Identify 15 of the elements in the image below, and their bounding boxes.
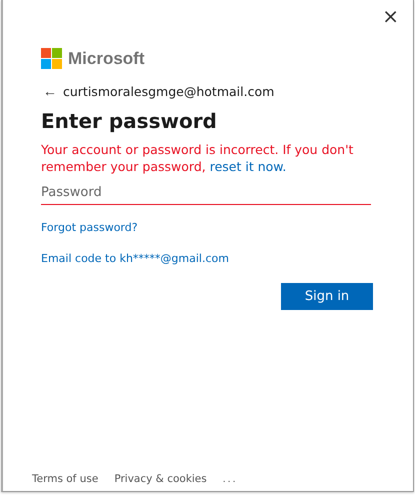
sign-in-button[interactable]: Sign in <box>281 283 373 310</box>
error-message: Your account or password is incorrect. If you don't remember your password, reset it now. <box>41 141 354 175</box>
more-button[interactable]: ... <box>222 473 238 485</box>
four-squares-logo-icon <box>41 48 62 69</box>
password-field[interactable]: Password <box>41 179 371 205</box>
footer-link[interactable]: Privacy & cookies <box>114 473 207 485</box>
page-heading: Enter password <box>41 109 217 133</box>
footer-link[interactable]: Terms of use <box>32 473 98 485</box>
back-button[interactable]: ← <box>41 83 59 99</box>
account-email: curtismoralesgmge@hotmail.com <box>63 84 274 98</box>
brand-name: Microsoft <box>68 48 144 68</box>
close-button[interactable]: × <box>378 4 403 28</box>
account-link[interactable]: Forgot password? <box>41 221 138 234</box>
account-link[interactable]: Email code to kh*****@gmail.com <box>41 252 229 265</box>
reset-link[interactable]: reset it now. <box>210 159 286 174</box>
